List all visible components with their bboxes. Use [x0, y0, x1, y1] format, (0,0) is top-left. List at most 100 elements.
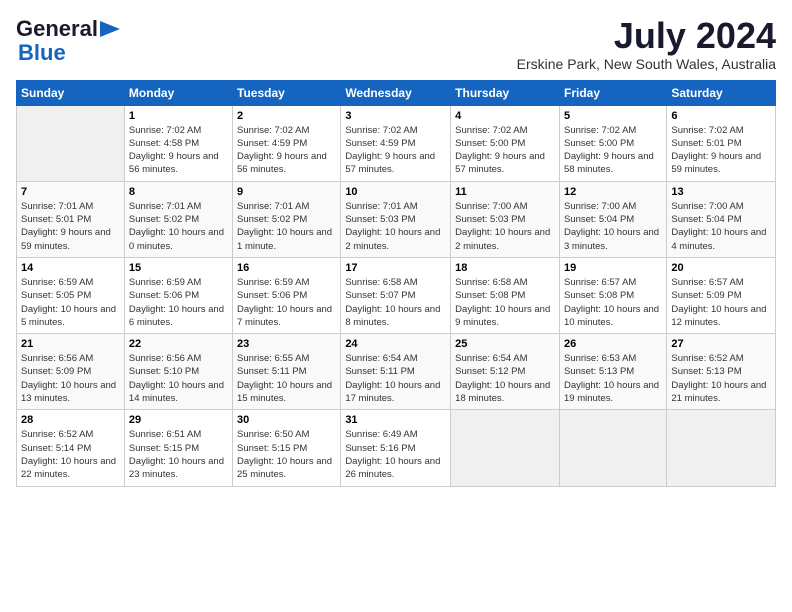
- col-header-wednesday: Wednesday: [341, 80, 451, 105]
- day-info: Sunrise: 6:58 AMSunset: 5:07 PMDaylight:…: [345, 276, 446, 329]
- day-info: Sunrise: 7:01 AMSunset: 5:03 PMDaylight:…: [345, 200, 446, 253]
- day-info: Sunrise: 7:01 AMSunset: 5:01 PMDaylight:…: [21, 200, 120, 253]
- day-number: 27: [671, 338, 771, 350]
- day-info: Sunrise: 7:00 AMSunset: 5:04 PMDaylight:…: [671, 200, 771, 253]
- day-cell: [17, 105, 125, 181]
- day-number: 7: [21, 186, 120, 198]
- day-info: Sunrise: 6:59 AMSunset: 5:05 PMDaylight:…: [21, 276, 120, 329]
- day-cell: 3 Sunrise: 7:02 AMSunset: 4:59 PMDaylight…: [341, 105, 451, 181]
- day-info: Sunrise: 7:02 AMSunset: 4:58 PMDaylight:…: [129, 124, 228, 177]
- day-number: 11: [455, 186, 555, 198]
- day-number: 12: [564, 186, 662, 198]
- day-number: 4: [455, 110, 555, 122]
- day-cell: 26 Sunrise: 6:53 AMSunset: 5:13 PMDayligh…: [559, 334, 666, 410]
- day-info: Sunrise: 6:57 AMSunset: 5:08 PMDaylight:…: [564, 276, 662, 329]
- day-cell: 14 Sunrise: 6:59 AMSunset: 5:05 PMDayligh…: [17, 257, 125, 333]
- day-info: Sunrise: 6:50 AMSunset: 5:15 PMDaylight:…: [237, 428, 336, 481]
- day-info: Sunrise: 7:02 AMSunset: 5:00 PMDaylight:…: [455, 124, 555, 177]
- day-info: Sunrise: 7:02 AMSunset: 5:01 PMDaylight:…: [671, 124, 771, 177]
- day-cell: 6 Sunrise: 7:02 AMSunset: 5:01 PMDaylight…: [667, 105, 776, 181]
- day-cell: 29 Sunrise: 6:51 AMSunset: 5:15 PMDayligh…: [124, 410, 232, 486]
- day-cell: 15 Sunrise: 6:59 AMSunset: 5:06 PMDayligh…: [124, 257, 232, 333]
- day-info: Sunrise: 6:51 AMSunset: 5:15 PMDaylight:…: [129, 428, 228, 481]
- day-number: 16: [237, 262, 336, 274]
- page-header: General Blue July 2024 Erskine Park, New…: [16, 16, 776, 72]
- day-cell: 27 Sunrise: 6:52 AMSunset: 5:13 PMDayligh…: [667, 334, 776, 410]
- month-title: July 2024: [517, 16, 776, 56]
- day-info: Sunrise: 7:02 AMSunset: 4:59 PMDaylight:…: [345, 124, 446, 177]
- day-number: 10: [345, 186, 446, 198]
- day-number: 31: [345, 414, 446, 426]
- day-cell: 8 Sunrise: 7:01 AMSunset: 5:02 PMDaylight…: [124, 181, 232, 257]
- day-cell: 21 Sunrise: 6:56 AMSunset: 5:09 PMDayligh…: [17, 334, 125, 410]
- day-cell: 31 Sunrise: 6:49 AMSunset: 5:16 PMDayligh…: [341, 410, 451, 486]
- day-cell: 9 Sunrise: 7:01 AMSunset: 5:02 PMDaylight…: [233, 181, 341, 257]
- day-info: Sunrise: 7:02 AMSunset: 4:59 PMDaylight:…: [237, 124, 336, 177]
- week-row-3: 14 Sunrise: 6:59 AMSunset: 5:05 PMDayligh…: [17, 257, 776, 333]
- day-cell: 18Sunrise: 6:58 AMSunset: 5:08 PMDayligh…: [451, 257, 560, 333]
- day-number: 5: [564, 110, 662, 122]
- col-header-monday: Monday: [124, 80, 232, 105]
- day-cell: [559, 410, 666, 486]
- day-cell: 7 Sunrise: 7:01 AMSunset: 5:01 PMDaylight…: [17, 181, 125, 257]
- day-number: 17: [345, 262, 446, 274]
- col-header-thursday: Thursday: [451, 80, 560, 105]
- day-number: 13: [671, 186, 771, 198]
- day-cell: 1 Sunrise: 7:02 AMSunset: 4:58 PMDaylight…: [124, 105, 232, 181]
- day-info: Sunrise: 6:56 AMSunset: 5:09 PMDaylight:…: [21, 352, 120, 405]
- day-cell: 25Sunrise: 6:54 AMSunset: 5:12 PMDayligh…: [451, 334, 560, 410]
- day-cell: 12 Sunrise: 7:00 AMSunset: 5:04 PMDayligh…: [559, 181, 666, 257]
- header-row: SundayMondayTuesdayWednesdayThursdayFrid…: [17, 80, 776, 105]
- day-number: 1: [129, 110, 228, 122]
- day-number: 8: [129, 186, 228, 198]
- day-number: 23: [237, 338, 336, 350]
- day-cell: 17 Sunrise: 6:58 AMSunset: 5:07 PMDayligh…: [341, 257, 451, 333]
- day-number: 14: [21, 262, 120, 274]
- day-cell: 11 Sunrise: 7:00 AMSunset: 5:03 PMDayligh…: [451, 181, 560, 257]
- day-number: 29: [129, 414, 228, 426]
- day-number: 25: [455, 338, 555, 350]
- day-number: 9: [237, 186, 336, 198]
- location: Erskine Park, New South Wales, Australia: [517, 56, 776, 72]
- day-info: Sunrise: 6:52 AMSunset: 5:13 PMDaylight:…: [671, 352, 771, 405]
- day-info: Sunrise: 7:01 AMSunset: 5:02 PMDaylight:…: [237, 200, 336, 253]
- day-info: Sunrise: 7:00 AMSunset: 5:03 PMDaylight:…: [455, 200, 555, 253]
- day-number: 28: [21, 414, 120, 426]
- day-cell: 23 Sunrise: 6:55 AMSunset: 5:11 PMDayligh…: [233, 334, 341, 410]
- col-header-sunday: Sunday: [17, 80, 125, 105]
- day-number: 15: [129, 262, 228, 274]
- day-info: Sunrise: 6:59 AMSunset: 5:06 PMDaylight:…: [129, 276, 228, 329]
- title-block: July 2024 Erskine Park, New South Wales,…: [517, 16, 776, 72]
- logo-general: General: [16, 16, 98, 42]
- day-info: Sunrise: 6:52 AMSunset: 5:14 PMDaylight:…: [21, 428, 120, 481]
- day-number: 24: [345, 338, 446, 350]
- day-number: 6: [671, 110, 771, 122]
- day-info: Sunrise: 6:49 AMSunset: 5:16 PMDaylight:…: [345, 428, 446, 481]
- day-info: Sunrise: 7:01 AMSunset: 5:02 PMDaylight:…: [129, 200, 228, 253]
- day-cell: 30 Sunrise: 6:50 AMSunset: 5:15 PMDayligh…: [233, 410, 341, 486]
- day-info: Sunrise: 7:00 AMSunset: 5:04 PMDaylight:…: [564, 200, 662, 253]
- col-header-saturday: Saturday: [667, 80, 776, 105]
- day-info: Sunrise: 6:57 AMSunset: 5:09 PMDaylight:…: [671, 276, 771, 329]
- day-cell: 19Sunrise: 6:57 AMSunset: 5:08 PMDayligh…: [559, 257, 666, 333]
- day-number: 20: [671, 262, 771, 274]
- day-cell: 10 Sunrise: 7:01 AMSunset: 5:03 PMDayligh…: [341, 181, 451, 257]
- day-number: 21: [21, 338, 120, 350]
- day-number: 2: [237, 110, 336, 122]
- day-number: 30: [237, 414, 336, 426]
- day-number: 26: [564, 338, 662, 350]
- day-info: Sunrise: 6:53 AMSunset: 5:13 PMDaylight:…: [564, 352, 662, 405]
- week-row-4: 21 Sunrise: 6:56 AMSunset: 5:09 PMDayligh…: [17, 334, 776, 410]
- week-row-2: 7 Sunrise: 7:01 AMSunset: 5:01 PMDaylight…: [17, 181, 776, 257]
- day-cell: 13 Sunrise: 7:00 AMSunset: 5:04 PMDayligh…: [667, 181, 776, 257]
- week-row-5: 28 Sunrise: 6:52 AMSunset: 5:14 PMDayligh…: [17, 410, 776, 486]
- day-number: 3: [345, 110, 446, 122]
- day-info: Sunrise: 6:55 AMSunset: 5:11 PMDaylight:…: [237, 352, 336, 405]
- day-number: 22: [129, 338, 228, 350]
- day-cell: 4 Sunrise: 7:02 AMSunset: 5:00 PMDaylight…: [451, 105, 560, 181]
- logo-arrow-icon: [100, 21, 120, 37]
- col-header-friday: Friday: [559, 80, 666, 105]
- col-header-tuesday: Tuesday: [233, 80, 341, 105]
- day-info: Sunrise: 6:59 AMSunset: 5:06 PMDaylight:…: [237, 276, 336, 329]
- day-info: Sunrise: 6:56 AMSunset: 5:10 PMDaylight:…: [129, 352, 228, 405]
